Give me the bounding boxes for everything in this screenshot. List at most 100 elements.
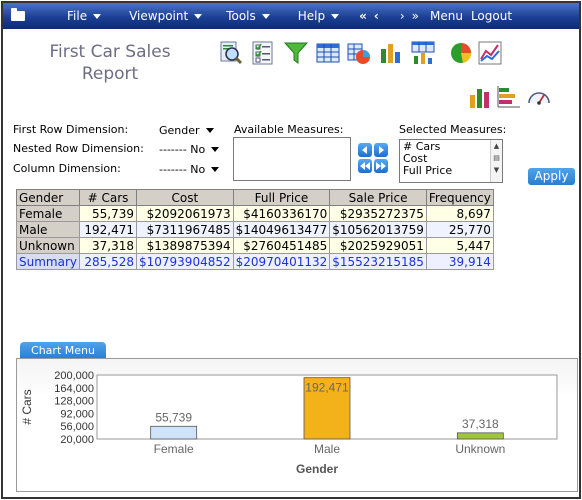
table-cell: $15523215185 xyxy=(329,253,427,270)
move-left-button[interactable] xyxy=(358,143,372,157)
x-tick-label: Unknown xyxy=(455,442,505,456)
chevron-down-icon xyxy=(331,13,340,19)
nav-last-button[interactable]: » xyxy=(412,9,420,23)
scrollbar[interactable]: ▲ ▤ ▼ xyxy=(490,140,502,182)
column-header-cost[interactable]: Cost xyxy=(136,189,234,206)
table-cell: $10793904852 xyxy=(136,253,234,270)
menu-button[interactable]: Menu xyxy=(430,9,463,23)
menu-file[interactable]: File xyxy=(67,9,102,23)
table-cell: $14049613477 xyxy=(232,221,331,238)
search-report-icon[interactable] xyxy=(219,41,243,65)
pie-chart-icon[interactable] xyxy=(449,41,473,65)
column-header-frequency[interactable]: Frequency xyxy=(425,189,494,206)
table-cell: 37,318 xyxy=(79,237,137,254)
table-row: Male 192,471 $7311967485 $14049613477 $1… xyxy=(16,221,494,238)
row-header[interactable]: Female xyxy=(16,205,80,222)
table-icon[interactable] xyxy=(316,41,340,65)
app-frame: File Viewpoint Tools Help « ‹ › » Menu L… xyxy=(1,1,581,499)
table-pie-icon[interactable] xyxy=(347,41,371,65)
apply-button[interactable]: Apply xyxy=(528,168,575,185)
table-cell: 285,528 xyxy=(79,253,137,270)
line-chart-icon[interactable] xyxy=(478,41,502,65)
list-item[interactable]: Full Price xyxy=(403,165,499,177)
table-header-row: Gender # Cars Cost Full Price Sale Price… xyxy=(16,189,494,206)
data-table: Gender # Cars Cost Full Price Sale Price… xyxy=(16,189,494,270)
stacked-bar-icon[interactable] xyxy=(497,85,521,109)
double-arrow-right-icon xyxy=(376,162,386,170)
x-axis-label: Gender xyxy=(296,462,338,476)
column-dimension-value: ------- No xyxy=(159,163,206,176)
move-all-right-button[interactable] xyxy=(374,159,388,173)
table-bar-icon[interactable] xyxy=(379,41,403,65)
arrow-left-icon xyxy=(362,146,367,154)
chart-bar xyxy=(456,432,504,440)
y-tick-label: 200,000 xyxy=(54,370,94,382)
y-tick-label: 56,000 xyxy=(60,421,94,433)
table-cell: $1389875394 xyxy=(136,237,234,254)
table-cell: $2760451485 xyxy=(232,237,331,254)
nav-prev-button[interactable]: ‹ xyxy=(374,9,380,23)
checklist-icon[interactable] xyxy=(251,41,275,65)
menu-tools-label: Tools xyxy=(226,9,256,23)
filter-icon[interactable] xyxy=(284,41,308,65)
selected-measures-label: Selected Measures: xyxy=(399,123,507,136)
y-tick-label: 164,000 xyxy=(54,383,94,395)
logout-button[interactable]: Logout xyxy=(471,9,512,23)
y-tick-label: 20,000 xyxy=(60,434,94,446)
row-header[interactable]: Unknown xyxy=(16,237,80,254)
table-row: Female 55,739 $2092061973 $4160336170 $2… xyxy=(16,205,494,222)
column-header-sale-price[interactable]: Sale Price xyxy=(329,189,427,206)
double-arrow-left-icon xyxy=(360,162,370,170)
x-tick-label: Female xyxy=(154,442,194,456)
available-measures-list[interactable] xyxy=(233,137,351,181)
y-axis-label: # Cars xyxy=(20,389,34,424)
nav-first-button[interactable]: « xyxy=(359,9,368,23)
x-tick-label: Male xyxy=(314,442,340,456)
row-header[interactable]: Summary xyxy=(16,253,80,270)
chevron-down-icon xyxy=(93,13,102,19)
gauge-icon[interactable] xyxy=(527,85,551,109)
chart-panel: 200,000 164,000 128,000 92,000 56,000 20,000 #… xyxy=(16,358,578,492)
chevron-down-icon xyxy=(211,147,220,152)
nested-row-dimension-select[interactable]: ------- No xyxy=(159,143,220,156)
first-row-dimension-value: Gender xyxy=(159,124,200,137)
first-row-dimension-select[interactable]: Gender xyxy=(159,124,214,137)
selected-measures-list[interactable]: # Cars Cost Full Price ▲ ▤ ▼ xyxy=(399,139,503,183)
nav-next-button[interactable]: › xyxy=(400,9,406,23)
menu-viewpoint[interactable]: Viewpoint xyxy=(129,9,203,23)
nested-row-dimension-value: ------- No xyxy=(159,143,206,156)
bar-value-label: 55,739 xyxy=(155,410,192,424)
bar-value-label: 37,318 xyxy=(462,417,499,431)
move-right-button[interactable] xyxy=(374,143,388,157)
first-row-dimension-label: First Row Dimension: xyxy=(13,123,129,136)
table-cell: 192,471 xyxy=(79,221,137,238)
chevron-down-icon xyxy=(211,167,220,172)
menu-help-label: Help xyxy=(297,9,326,23)
folder-icon[interactable] xyxy=(11,8,25,21)
column-header-cars[interactable]: # Cars xyxy=(79,189,137,206)
table-row: Unknown 37,318 $1389875394 $2760451485 $… xyxy=(16,237,494,254)
menu-help[interactable]: Help xyxy=(297,9,340,23)
column-header-full-price[interactable]: Full Price xyxy=(232,189,331,206)
page-title: First Car Sales Report xyxy=(35,41,185,85)
chevron-down-icon xyxy=(194,13,203,19)
available-measures-label: Available Measures: xyxy=(234,123,344,136)
nested-row-dimension-label: Nested Row Dimension: xyxy=(13,142,144,155)
table-cell: 8,697 xyxy=(425,205,494,222)
arrow-right-icon xyxy=(379,146,384,154)
bar-chart: 200,000164,000128,00092,00056,00020,000 #… xyxy=(20,370,558,476)
column-dimension-select[interactable]: ------- No xyxy=(159,163,220,176)
chart-menu-button[interactable]: Chart Menu xyxy=(20,342,106,359)
move-all-left-button[interactable] xyxy=(358,159,372,173)
page-title-line2: Report xyxy=(81,64,139,84)
column-header-gender[interactable]: Gender xyxy=(16,189,80,206)
table-cell: $4160336170 xyxy=(232,205,331,222)
menu-tools[interactable]: Tools xyxy=(226,9,270,23)
chart-bar xyxy=(150,425,198,440)
row-header[interactable]: Male xyxy=(16,221,80,238)
table-cell: $2025929051 xyxy=(329,237,427,254)
menu-viewpoint-label: Viewpoint xyxy=(129,9,189,23)
table-cell: $7311967485 xyxy=(136,221,234,238)
bar-chart-icon[interactable] xyxy=(468,85,492,109)
bar-table-icon[interactable] xyxy=(411,41,435,65)
